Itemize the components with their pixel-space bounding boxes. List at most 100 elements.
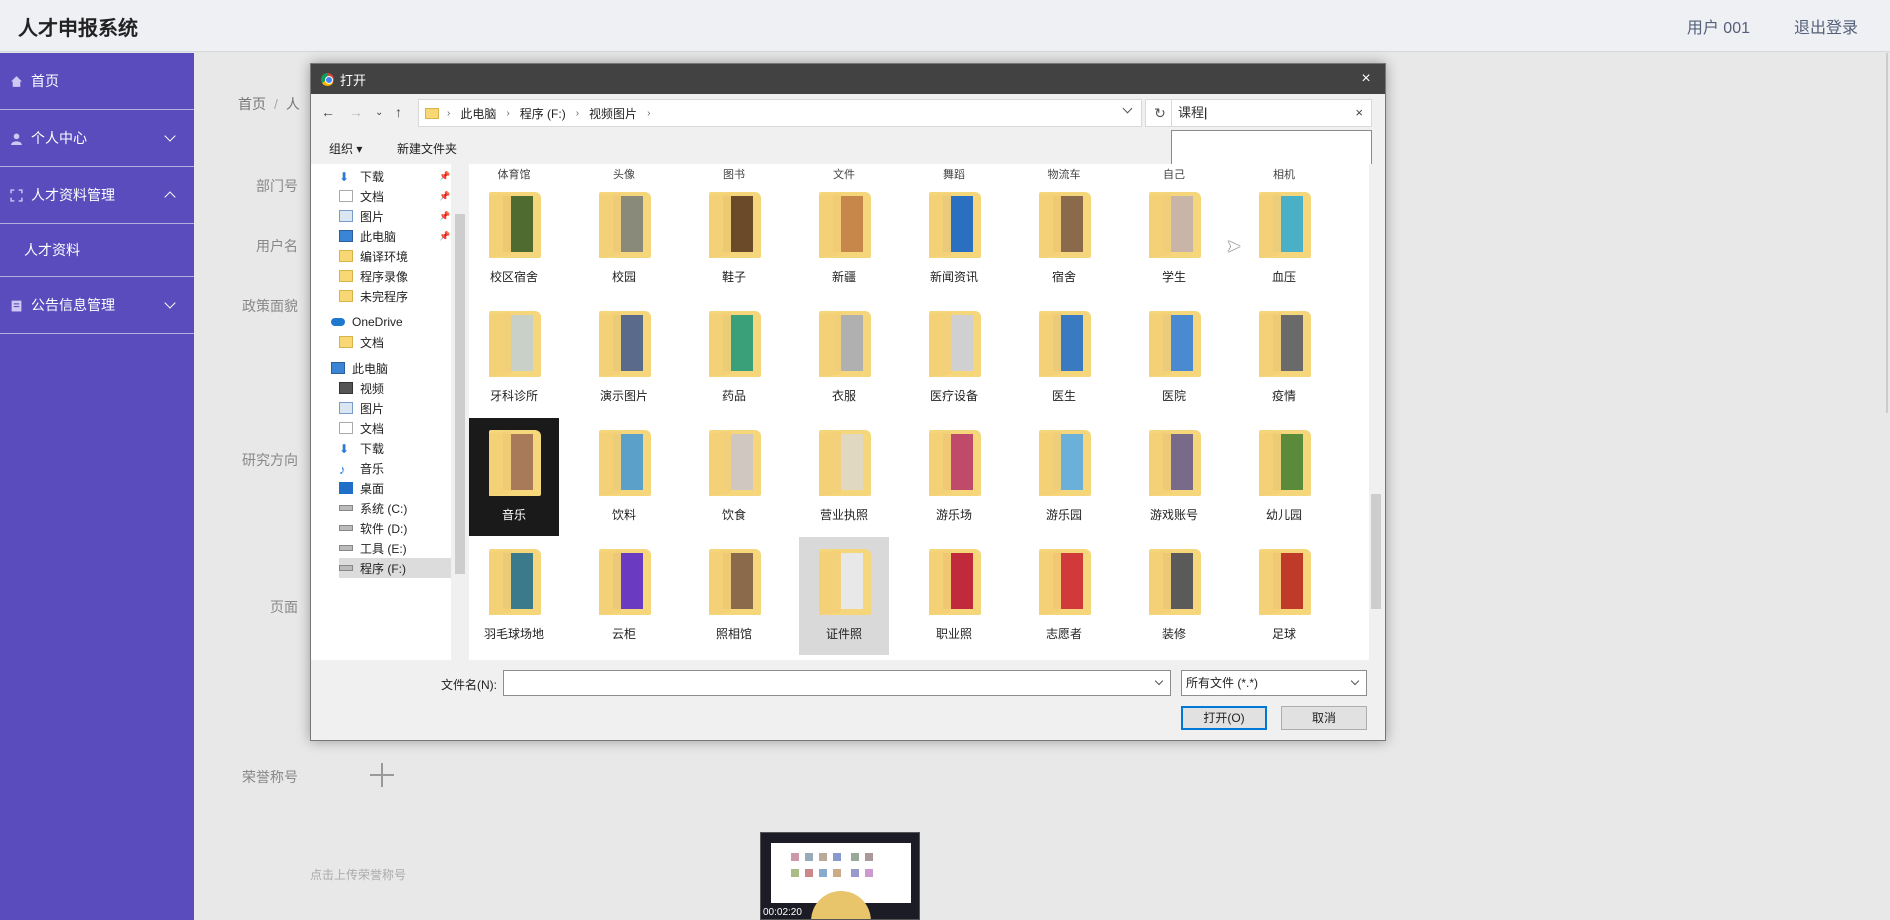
- tree-item[interactable]: 系统 (C:): [339, 498, 407, 518]
- tree-item[interactable]: 程序录像: [339, 266, 408, 286]
- pin-icon: 📌: [439, 191, 451, 201]
- search-input[interactable]: 课程| ×: [1171, 99, 1372, 127]
- folder-item[interactable]: 照相馆: [689, 537, 779, 655]
- tree-item[interactable]: 图片: [339, 398, 384, 418]
- breadcrumb-current[interactable]: 人: [286, 96, 300, 112]
- recent-chevron-icon[interactable]: ⌄: [375, 107, 383, 118]
- folder-item[interactable]: 游戏账号: [1129, 418, 1219, 536]
- address-bar[interactable]: › 此电脑 › 程序 (F:) › 视频图片 ›: [418, 99, 1142, 127]
- tree-item[interactable]: 图片 📌: [339, 206, 450, 226]
- tree-scrollbar[interactable]: [451, 164, 469, 660]
- tree-item[interactable]: 程序 (F:): [339, 558, 469, 578]
- address-segment[interactable]: 程序 (F:): [520, 105, 566, 122]
- tree-item[interactable]: 文档 📌: [339, 186, 450, 206]
- folder-item[interactable]: 学生: [1129, 180, 1219, 298]
- new-folder-button[interactable]: 新建文件夹: [397, 140, 457, 157]
- back-arrow-icon[interactable]: ←: [321, 104, 335, 120]
- scroll-thumb[interactable]: [455, 214, 465, 574]
- file-name-input[interactable]: [503, 670, 1171, 696]
- tree-item[interactable]: 文档: [339, 418, 384, 438]
- dialog-titlebar[interactable]: 打开 ×: [311, 64, 1385, 94]
- file-type-select[interactable]: 所有文件 (*.*): [1181, 670, 1367, 696]
- tree-item[interactable]: 此电脑 📌: [339, 226, 450, 246]
- folder-item[interactable]: 药品: [689, 299, 779, 417]
- folder-item[interactable]: 证件照: [799, 537, 889, 655]
- folder-name: 新疆: [831, 270, 856, 284]
- address-segment[interactable]: 此电脑: [460, 105, 496, 122]
- folder-item[interactable]: 医疗设备: [909, 299, 999, 417]
- folder-item[interactable]: 足球: [1239, 537, 1329, 655]
- folder-item[interactable]: 装修: [1129, 537, 1219, 655]
- folder-item[interactable]: 志愿者: [1019, 537, 1109, 655]
- folder-name: 校园: [611, 270, 636, 284]
- chevron-down-icon[interactable]: [1122, 103, 1133, 114]
- folder-item[interactable]: 校园: [579, 180, 669, 298]
- folder-item[interactable]: 疫情: [1239, 299, 1329, 417]
- chevron-down-icon[interactable]: [1154, 676, 1164, 686]
- folder-icon: [1259, 311, 1311, 377]
- folder-name: 足球: [1271, 627, 1296, 641]
- folder-icon: [709, 311, 761, 377]
- folder-item[interactable]: 云柜: [579, 537, 669, 655]
- folder-item[interactable]: 新闻资讯: [909, 180, 999, 298]
- forward-arrow-icon[interactable]: →: [349, 104, 363, 120]
- up-arrow-icon[interactable]: ↑: [395, 104, 402, 120]
- add-honor-button[interactable]: [370, 763, 394, 787]
- folder-item[interactable]: 演示图片: [579, 299, 669, 417]
- tree-item[interactable]: OneDrive: [331, 312, 403, 332]
- folder-name: 游戏账号: [1149, 508, 1198, 522]
- tree-item[interactable]: 工具 (E:): [339, 538, 407, 558]
- folder-item[interactable]: 医生: [1019, 299, 1109, 417]
- sidebar-subitem-talent-info[interactable]: 人才资料: [0, 224, 194, 277]
- folder-item[interactable]: 游乐园: [1019, 418, 1109, 536]
- breadcrumb-home[interactable]: 首页: [238, 96, 266, 112]
- folder-item[interactable]: 衣服: [799, 299, 889, 417]
- folder-item[interactable]: 鞋子: [689, 180, 779, 298]
- folder-item[interactable]: 新疆: [799, 180, 889, 298]
- tree-item[interactable]: ⬇ 下载 📌: [339, 166, 450, 186]
- file-scrollbar[interactable]: [1369, 164, 1383, 660]
- cancel-button[interactable]: 取消: [1281, 706, 1367, 730]
- open-button[interactable]: 打开(O): [1181, 706, 1267, 730]
- chrome-icon: [321, 72, 334, 86]
- close-icon[interactable]: ×: [1353, 66, 1379, 92]
- tree-item[interactable]: 桌面: [339, 478, 384, 498]
- folder-item[interactable]: 医院: [1129, 299, 1219, 417]
- tree-item-label: 工具 (E:): [360, 541, 407, 556]
- current-user[interactable]: 用户 001: [1687, 14, 1750, 38]
- folder-icon: [929, 430, 981, 496]
- sidebar-item-notice[interactable]: 公告信息管理: [0, 277, 194, 334]
- folder-item[interactable]: 宿舍: [1019, 180, 1109, 298]
- sidebar-item-home[interactable]: 首页: [0, 53, 194, 110]
- scroll-thumb[interactable]: [1371, 494, 1381, 609]
- video-thumbnail[interactable]: 00:02:20: [760, 832, 920, 920]
- page-scrollbar[interactable]: [1886, 53, 1888, 413]
- folder-item[interactable]: 校区宿舍: [469, 180, 559, 298]
- folder-item[interactable]: 饮食: [689, 418, 779, 536]
- folder-item[interactable]: 饮料: [579, 418, 669, 536]
- folder-item[interactable]: 羽毛球场地: [469, 537, 559, 655]
- tree-item[interactable]: 视频: [339, 378, 384, 398]
- tree-item[interactable]: 软件 (D:): [339, 518, 407, 538]
- folder-item[interactable]: 音乐: [469, 418, 559, 536]
- tree-item[interactable]: 文档: [339, 332, 384, 352]
- folder-icon: [709, 192, 761, 258]
- tree-item[interactable]: 未完程序: [339, 286, 408, 306]
- sidebar-item-talent[interactable]: 人才资料管理: [0, 167, 194, 224]
- folder-item[interactable]: 牙科诊所: [469, 299, 559, 417]
- organize-button[interactable]: 组织 ▾: [329, 140, 362, 157]
- tree-item[interactable]: 编译环境: [339, 246, 408, 266]
- folder-item[interactable]: 幼儿园: [1239, 418, 1329, 536]
- tree-item[interactable]: ⬇ 下载: [339, 438, 384, 458]
- folder-item[interactable]: 职业照: [909, 537, 999, 655]
- sidebar-item-personal[interactable]: 个人中心: [0, 110, 194, 167]
- navigation-bar: ← → ⌄ ↑ › 此电脑 › 程序 (F:) › 视频图片 › ↻ 课程| ×: [311, 94, 1385, 132]
- tree-item[interactable]: ♪ 音乐: [339, 458, 384, 478]
- folder-item[interactable]: 营业执照: [799, 418, 889, 536]
- folder-item[interactable]: 游乐场: [909, 418, 999, 536]
- folder-item[interactable]: 血压: [1239, 180, 1329, 298]
- logout-link[interactable]: 退出登录: [1794, 14, 1858, 38]
- tree-item[interactable]: 此电脑: [331, 358, 388, 378]
- address-segment[interactable]: 视频图片: [589, 105, 637, 122]
- clear-search-icon[interactable]: ×: [1355, 100, 1363, 126]
